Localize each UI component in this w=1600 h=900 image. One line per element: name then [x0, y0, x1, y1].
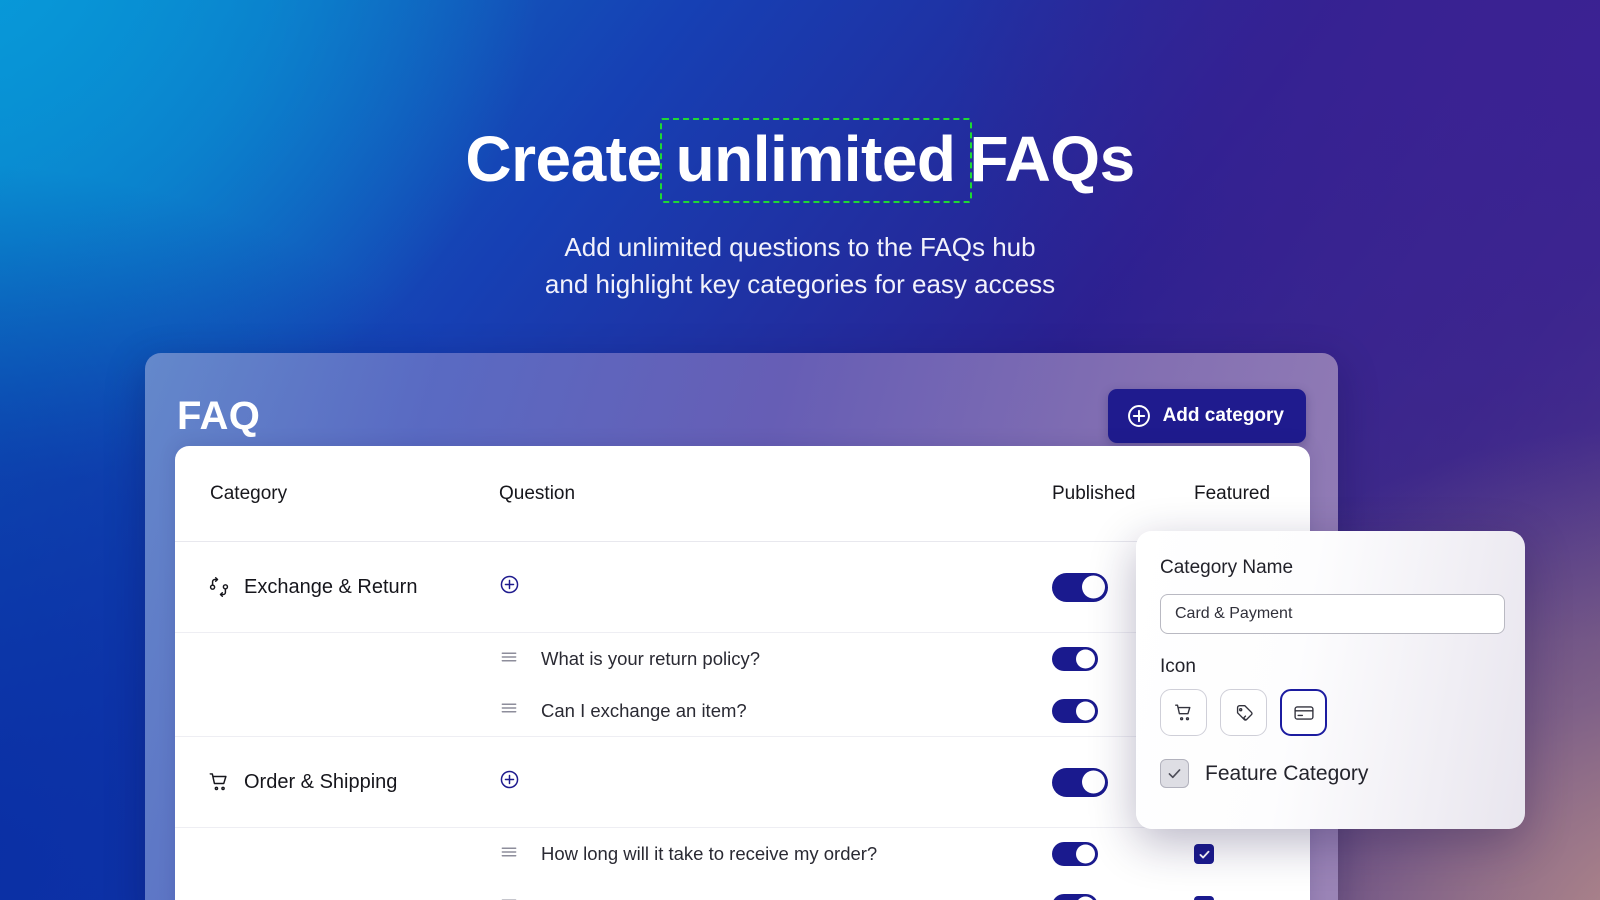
column-header-question: Question	[475, 483, 1052, 505]
add-category-button[interactable]: Add category	[1108, 389, 1306, 443]
drag-handle-icon[interactable]	[499, 894, 519, 900]
icon-option-list	[1160, 689, 1501, 736]
category-add-question-cell	[475, 769, 1052, 795]
icon-option-credit-card[interactable]	[1280, 689, 1327, 736]
featured-checkbox[interactable]	[1194, 844, 1214, 864]
published-toggle[interactable]	[1052, 768, 1108, 797]
drag-handle-icon[interactable]	[499, 842, 519, 867]
featured-checkbox[interactable]	[1194, 896, 1214, 900]
faq-panel-title: FAQ	[177, 394, 260, 439]
question-cell: How long will it take to receive my orde…	[475, 842, 1052, 867]
drag-handle-icon[interactable]	[499, 698, 519, 723]
drag-handle-icon[interactable]	[499, 647, 519, 672]
toggle-knob	[1076, 701, 1095, 720]
add-category-label: Add category	[1163, 405, 1284, 427]
feature-category-checkbox[interactable]	[1160, 759, 1189, 788]
plus-circle-icon[interactable]	[499, 769, 520, 795]
category-editor-popup: Category Name Icon	[1136, 531, 1525, 829]
headline-text-before: Create	[465, 127, 661, 191]
category-cell: Order & Shipping	[175, 771, 475, 794]
headline-highlight-box: unlimited	[660, 118, 972, 203]
category-name-label: Category Name	[1160, 557, 1501, 579]
shopping-cart-icon	[208, 771, 230, 793]
published-toggle[interactable]	[1052, 573, 1108, 602]
feature-category-row: Feature Category	[1160, 759, 1501, 788]
category-cell: Exchange & Return	[175, 576, 475, 599]
plus-circle-icon[interactable]	[499, 574, 520, 600]
published-cell	[1052, 894, 1194, 900]
question-text: What is your return policy?	[541, 648, 760, 670]
toggle-knob	[1076, 897, 1095, 900]
table-row[interactable]: How long will it take to receive my orde…	[175, 828, 1310, 880]
page-subheadline: Add unlimited questions to the FAQs hub …	[0, 229, 1600, 303]
category-name: Exchange & Return	[244, 576, 417, 599]
credit-card-icon	[1293, 702, 1315, 724]
published-toggle[interactable]	[1052, 647, 1098, 671]
published-cell	[1052, 842, 1194, 866]
published-toggle[interactable]	[1052, 894, 1098, 900]
shopping-cart-icon	[1173, 702, 1195, 724]
toggle-knob	[1076, 650, 1095, 669]
price-tag-icon	[1233, 702, 1255, 724]
column-header-category: Category	[175, 483, 475, 505]
page-background: Create unlimited FAQs Add unlimited ques…	[0, 0, 1600, 900]
published-toggle[interactable]	[1052, 842, 1098, 866]
exchange-arrows-icon	[208, 576, 230, 598]
hero-section: Create unlimited FAQs Add unlimited ques…	[0, 0, 1600, 303]
published-toggle[interactable]	[1052, 699, 1098, 723]
featured-cell	[1194, 844, 1310, 864]
featured-cell	[1194, 896, 1310, 900]
column-header-featured: Featured	[1194, 483, 1310, 505]
toggle-knob	[1082, 576, 1105, 599]
question-text: How long will it take to receive my orde…	[541, 843, 877, 865]
plus-circle-icon	[1126, 403, 1152, 429]
icon-option-price-tag[interactable]	[1220, 689, 1267, 736]
column-header-published: Published	[1052, 483, 1194, 505]
table-row[interactable]	[175, 880, 1310, 900]
question-text: Can I exchange an item?	[541, 700, 747, 722]
toggle-knob	[1076, 845, 1095, 864]
toggle-knob	[1082, 771, 1105, 794]
subheadline-line-1: Add unlimited questions to the FAQs hub	[0, 229, 1600, 266]
icon-section-label: Icon	[1160, 656, 1501, 678]
page-headline: Create unlimited FAQs	[0, 118, 1600, 203]
headline-highlight-text: unlimited	[676, 123, 956, 195]
category-name-input[interactable]	[1160, 594, 1505, 634]
faq-panel-header: FAQ Add category	[177, 383, 1306, 449]
feature-category-label: Feature Category	[1205, 762, 1368, 786]
question-cell: Can I exchange an item?	[475, 698, 1052, 723]
table-header-row: Category Question Published Featured	[175, 446, 1310, 542]
headline-text-after: FAQs	[970, 127, 1135, 191]
subheadline-line-2: and highlight key categories for easy ac…	[0, 266, 1600, 303]
icon-option-shopping-cart[interactable]	[1160, 689, 1207, 736]
question-cell: What is your return policy?	[475, 647, 1052, 672]
category-add-question-cell	[475, 574, 1052, 600]
question-cell	[475, 894, 1052, 900]
category-name: Order & Shipping	[244, 771, 397, 794]
